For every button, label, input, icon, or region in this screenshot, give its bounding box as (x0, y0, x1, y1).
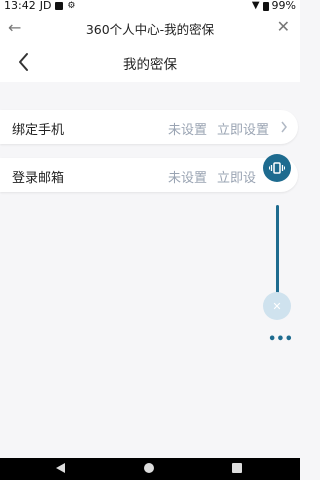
settings-notification-icon: ⚙ (67, 1, 76, 11)
nav-recents-icon[interactable] (232, 463, 242, 473)
page-header: 我的密保 (0, 44, 300, 82)
close-icon[interactable]: ✕ (277, 17, 290, 36)
close-icon: ✕ (272, 299, 282, 313)
chevron-right-icon (281, 121, 287, 133)
row-label: 绑定手机 (12, 123, 65, 138)
floating-menu-track[interactable] (276, 205, 279, 293)
wifi-icon: ▼ (251, 0, 260, 11)
browser-toolbar: ← 360个人中心-我的密保 ✕ (0, 12, 300, 44)
status-right: ▼ 99% (252, 0, 296, 12)
status-bar: 13:42 JD ⚙ ▼ 99% (0, 0, 300, 12)
set-now-link[interactable]: 立即设 (217, 167, 256, 186)
browser-title: 360个人中心-我的密保 (85, 21, 215, 37)
status-left: 13:42 JD ⚙ (4, 0, 76, 12)
set-now-link[interactable]: 立即设置 (217, 119, 269, 138)
battery-level: 99% (271, 0, 296, 12)
page-title: 我的密保 (123, 57, 177, 73)
arrow-left-icon[interactable]: ← (8, 18, 21, 37)
nav-back-icon[interactable] (56, 463, 65, 473)
row-status: 未设置 (168, 123, 208, 138)
chevron-left-icon[interactable] (14, 50, 34, 74)
nav-home-icon[interactable] (144, 463, 154, 473)
vibrate-icon (269, 162, 285, 174)
system-nav-bar (0, 458, 300, 480)
floating-menu-button[interactable] (263, 154, 291, 182)
battery-icon (262, 1, 269, 11)
row-label: 登录邮箱 (12, 171, 65, 186)
notification-icon (55, 2, 64, 10)
more-button[interactable]: ••• (268, 332, 293, 347)
status-time: 13:42 (4, 0, 36, 12)
floating-close-button[interactable]: ✕ (263, 292, 291, 320)
status-carrier: JD (39, 0, 52, 12)
row-status: 未设置 (168, 171, 208, 186)
login-email-row[interactable]: 登录邮箱 未设置 立即设 (0, 158, 298, 192)
bind-phone-row[interactable]: 绑定手机 未设置 立即设置 (0, 110, 298, 144)
